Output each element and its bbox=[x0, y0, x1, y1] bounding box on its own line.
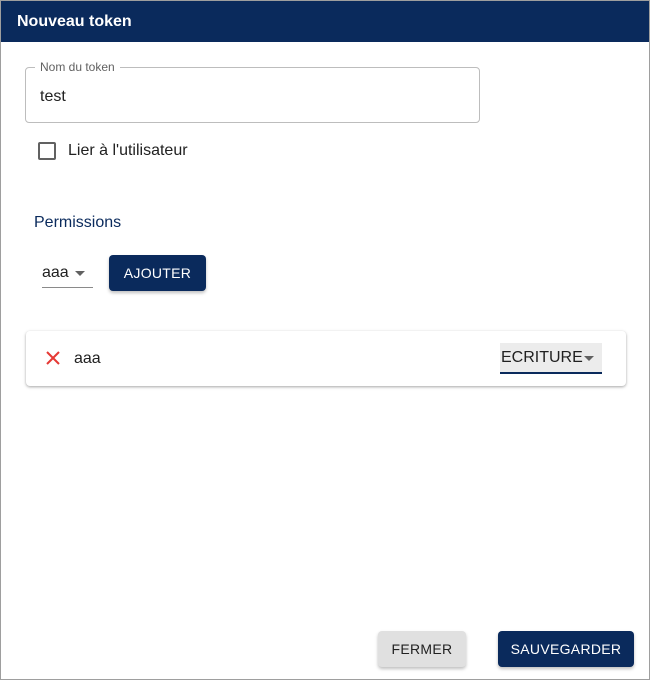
caret-down-icon bbox=[584, 356, 594, 361]
bind-user-checkbox[interactable] bbox=[38, 142, 56, 160]
bind-user-checkbox-row[interactable]: Lier à l'utilisateur bbox=[38, 141, 188, 161]
permissions-title: Permissions bbox=[34, 214, 122, 231]
token-name-label: Nom du token bbox=[35, 60, 120, 74]
token-name-input[interactable]: test bbox=[40, 88, 66, 106]
permission-selector[interactable]: aaa bbox=[42, 262, 93, 288]
token-name-field[interactable]: Nom du token test bbox=[25, 60, 480, 123]
close-button[interactable]: FERMER bbox=[378, 631, 466, 667]
permission-selector-value: aaa bbox=[42, 264, 69, 281]
dialog-header: Nouveau token bbox=[1, 1, 649, 42]
new-token-dialog: Nouveau token Nom du token test Lier à l… bbox=[0, 0, 650, 680]
permission-access-value: ECRITURE bbox=[501, 349, 583, 366]
save-button[interactable]: SAUVEGARDER bbox=[498, 631, 634, 667]
caret-down-icon bbox=[75, 271, 85, 276]
close-icon[interactable] bbox=[44, 349, 62, 367]
bind-user-label: Lier à l'utilisateur bbox=[68, 142, 188, 159]
add-permission-button[interactable]: AJOUTER bbox=[109, 255, 206, 291]
permission-item: aaa ECRITURE bbox=[26, 331, 626, 386]
permission-item-name: aaa bbox=[74, 350, 101, 367]
permission-access-select[interactable]: ECRITURE bbox=[500, 343, 602, 374]
dialog-title: Nouveau token bbox=[17, 13, 132, 30]
